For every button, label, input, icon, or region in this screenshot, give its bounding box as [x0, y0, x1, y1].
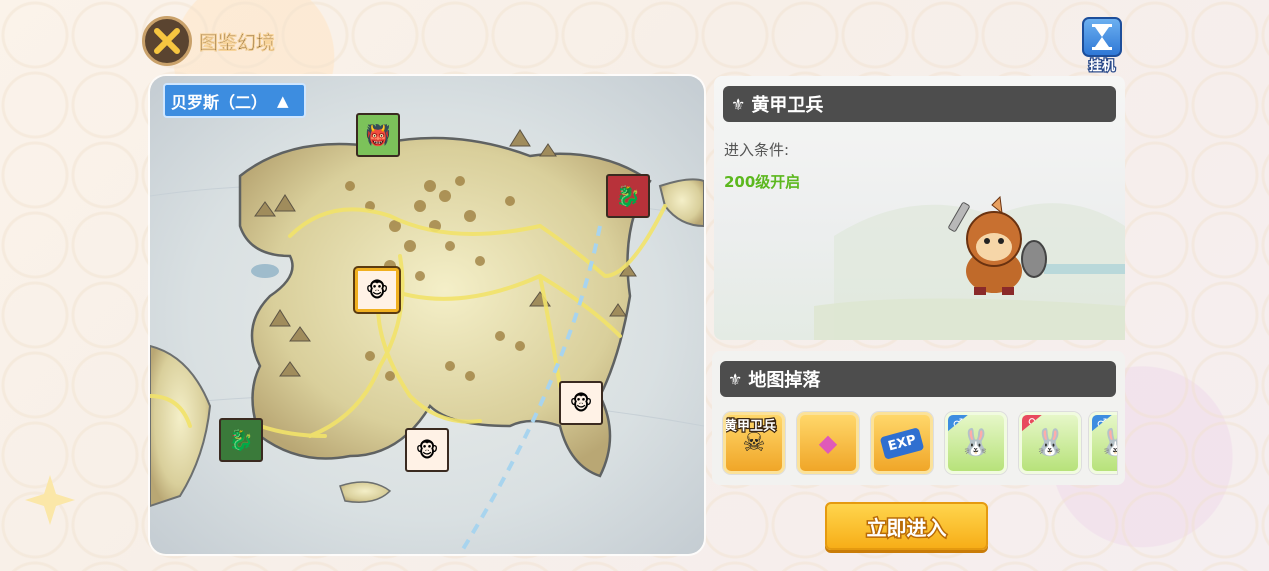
dragon-portrait-icon: 🐉	[228, 428, 254, 452]
fleur-icon: ⚜	[728, 369, 743, 389]
star-decoration-icon	[25, 475, 75, 525]
exp-ticket-icon: EXP	[879, 426, 925, 460]
idle-label: 挂机	[1088, 58, 1117, 76]
map-node-green-orc[interactable]: 👹	[356, 113, 400, 157]
page-title: 图鉴幻境	[199, 32, 276, 54]
rabbit-icon: 🐰	[1099, 428, 1117, 458]
drop-caption: 黄甲卫兵	[724, 418, 777, 436]
map-node-green-dragon[interactable]: 🐉	[219, 418, 263, 462]
map-node-monkey-east[interactable]: 🐵	[559, 381, 603, 425]
gem-icon: ◆	[818, 429, 838, 457]
idle-button[interactable]: 挂机	[1080, 17, 1124, 76]
enter-now-button[interactable]: 立即进入	[825, 502, 988, 550]
map-terrain	[150, 129, 704, 554]
hourglass-icon	[1092, 24, 1112, 50]
monkey-portrait-icon: 🐵	[569, 391, 593, 415]
condition-value: 200级开启	[724, 173, 801, 191]
drop-item-boss-card[interactable]: ☠ 黄甲卫兵	[723, 412, 785, 474]
fleur-icon: ⚜	[731, 94, 746, 114]
drops-header: ⚜ 地图掉落	[720, 361, 1116, 397]
close-button[interactable]	[142, 16, 192, 66]
drop-item-exp[interactable]: EXP	[871, 412, 933, 474]
monkey-portrait-icon: 🐵	[365, 278, 389, 302]
region-dropdown[interactable]: 贝罗斯（二） ▲	[163, 83, 306, 118]
triangle-up-icon: ▲	[277, 91, 289, 110]
condition-label: 进入条件:	[724, 141, 790, 159]
monkey-portrait-icon: 🐵	[415, 438, 439, 462]
drop-item-pet-male-partial[interactable]: ♂ 🐰	[1089, 412, 1117, 474]
map-node-monkey-selected[interactable]: 🐵	[355, 268, 399, 312]
close-x-icon	[154, 28, 180, 54]
map-node-dark-dragon-red[interactable]: 🐉	[606, 174, 650, 218]
dragon-portrait-icon: 🐉	[615, 184, 641, 208]
map-node-monkey-south[interactable]: 🐵	[405, 428, 449, 472]
boss-header: ⚜ 黄甲卫兵	[723, 86, 1116, 122]
drop-item-pet-male[interactable]: ♂ 🐰	[945, 412, 1007, 474]
region-label: 贝罗斯（二）	[171, 92, 268, 112]
drop-item-pet-female[interactable]: ♀ 🐰	[1019, 412, 1081, 474]
world-map[interactable]: 贝罗斯（二） ▲ 👹 🐉 🐵 🐵 🐉 🐵	[150, 76, 704, 554]
orc-portrait-icon: 👹	[365, 123, 391, 147]
drops-title: 地图掉落	[748, 370, 821, 391]
drop-item-gem[interactable]: ◆	[797, 412, 859, 474]
rabbit-icon: 🐰	[1033, 428, 1067, 458]
boss-name: 黄甲卫兵	[751, 95, 824, 116]
rabbit-icon: 🐰	[959, 428, 993, 458]
